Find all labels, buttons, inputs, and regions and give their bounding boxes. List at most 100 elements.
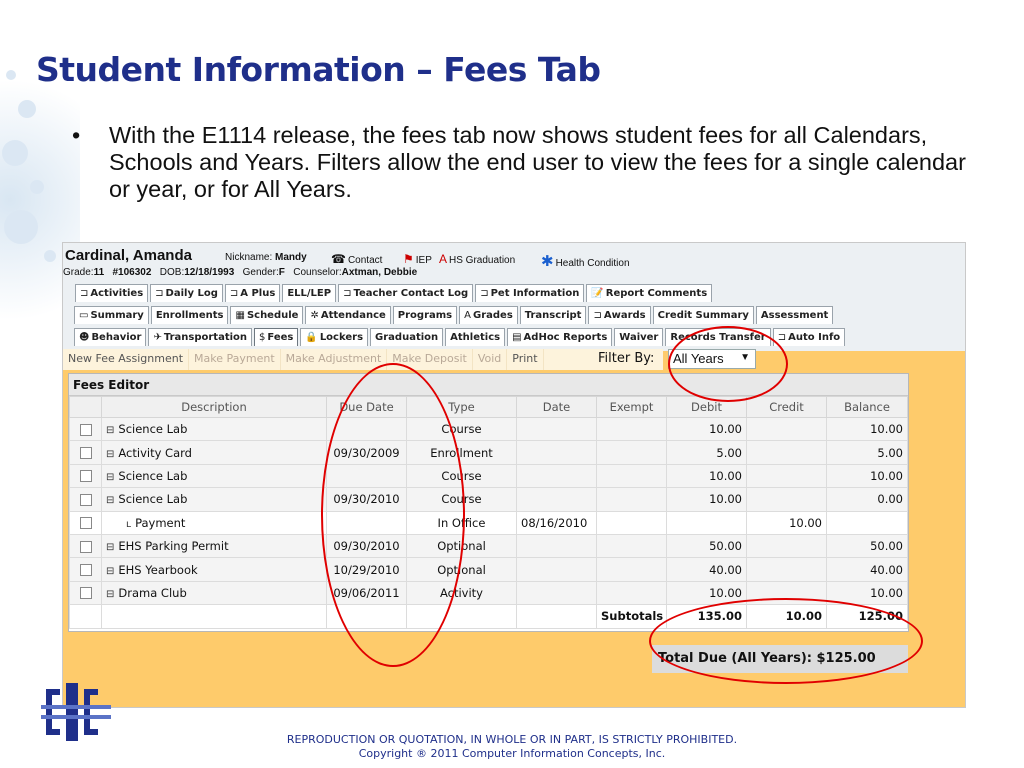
- select-cell: [69, 557, 102, 582]
- tab-transportation[interactable]: ✈ Transportation: [148, 328, 253, 346]
- filter-year-select[interactable]: All Years ▼: [668, 349, 756, 369]
- tab-label: Credit Summary: [657, 310, 749, 321]
- column-header[interactable]: Due Date: [326, 396, 407, 418]
- row-checkbox[interactable]: [79, 540, 92, 553]
- tab-waiver[interactable]: Waiver: [614, 328, 664, 346]
- table-row[interactable]: ⊟ Science Lab Course 10.00 10.00: [69, 416, 908, 442]
- empty-cell: [406, 604, 517, 629]
- column-header[interactable]: [69, 396, 102, 418]
- tab-teacher-contact-log[interactable]: ⊐ Teacher Contact Log: [338, 284, 474, 302]
- tab-label: ELL/LEP: [287, 288, 332, 299]
- tab-row-1: ⊐ Activities ⊐ Daily Log ⊐ A Plus ELL/LEP ⊐ Teac…: [75, 284, 714, 304]
- table-row[interactable]: ⊟ Activity Card 09/30/2009 Enrollment 5.00 5.…: [69, 440, 908, 465]
- fees-editor: Fees Editor Description Due Date Type Date E…: [68, 373, 909, 632]
- tab-label: Auto Info: [788, 332, 841, 343]
- decorative-dots: [0, 60, 70, 300]
- tab-adhoc-reports[interactable]: ▤ AdHoc Reports: [507, 328, 613, 346]
- table-row[interactable]: ⊟ EHS Yearbook 10/29/2010 Optional 40.00 40.0…: [69, 557, 908, 582]
- health-condition-link[interactable]: ✱ Health Condition: [541, 252, 630, 270]
- column-header[interactable]: Type: [406, 396, 517, 418]
- column-header[interactable]: Exempt: [596, 396, 667, 418]
- subtotal-credit: 10.00: [746, 604, 827, 629]
- credit-cell: [746, 463, 827, 489]
- balance-cell: [826, 510, 908, 535]
- void-button[interactable]: Void: [473, 349, 508, 370]
- table-row[interactable]: ⊟ Science Lab Course 10.00 10.00: [69, 463, 908, 489]
- table-row[interactable]: ⊟ EHS Parking Permit 09/30/2010 Optional 50.…: [69, 533, 908, 559]
- tab-awards[interactable]: ⊐ Awards: [588, 306, 651, 324]
- tab-summary[interactable]: ▭ Summary: [74, 306, 149, 324]
- fee-action-bar: New Fee Assignment Make Payment Make Adjus…: [63, 349, 663, 370]
- tab-label: Behavior: [91, 332, 142, 343]
- row-checkbox[interactable]: [79, 493, 92, 506]
- due-date-cell: 10/29/2010: [326, 557, 407, 582]
- make-deposit-button[interactable]: Make Deposit: [387, 349, 473, 370]
- date-cell: [516, 533, 597, 559]
- exempt-cell: [596, 580, 667, 606]
- medical-star-icon: ✱: [541, 253, 554, 270]
- collapse-icon[interactable]: ⊟: [106, 566, 114, 577]
- tab-fees[interactable]: $ Fees: [254, 328, 299, 346]
- contact-link[interactable]: ☎ Contact: [331, 252, 382, 266]
- collapse-icon[interactable]: ⊟: [106, 425, 114, 436]
- hs-graduation-link[interactable]: A HS Graduation: [439, 252, 515, 266]
- type-cell: Optional: [406, 557, 517, 582]
- column-header[interactable]: Credit: [746, 396, 827, 418]
- row-checkbox[interactable]: [79, 564, 92, 577]
- column-header[interactable]: Date: [516, 396, 597, 418]
- table-row[interactable]: ⊟ Science Lab 09/30/2010 Course 10.00 0.00: [69, 487, 908, 512]
- empty-cell: [69, 604, 102, 629]
- tab-records-transfer[interactable]: Records Transfer: [665, 328, 771, 346]
- row-checkbox[interactable]: [79, 470, 92, 483]
- tab-athletics[interactable]: Athletics: [445, 328, 506, 346]
- empty-cell: [101, 604, 327, 629]
- row-checkbox[interactable]: [79, 423, 92, 436]
- tab-report-comments[interactable]: 📝 Report Comments: [586, 284, 713, 302]
- due-date-cell: [326, 463, 407, 489]
- slide-title: Student Information – Fees Tab: [36, 50, 601, 89]
- tab-auto-info[interactable]: ⊐ Auto Info: [772, 328, 846, 346]
- tab-label: Records Transfer: [670, 332, 766, 343]
- table-row[interactable]: ⊟ Drama Club 09/06/2011 Activity 10.00 10.00: [69, 580, 908, 606]
- column-header[interactable]: Description: [101, 396, 327, 418]
- tab-behavior[interactable]: ☻ Behavior: [74, 328, 147, 346]
- print-button[interactable]: Print: [507, 349, 544, 370]
- table-row[interactable]: ʟ Payment In Office 08/16/2010 10.00: [69, 510, 908, 535]
- tab-graduation[interactable]: Graduation: [370, 328, 444, 346]
- tab-pet-information[interactable]: ⊐ Pet Information: [475, 284, 585, 302]
- collapse-icon[interactable]: ⊟: [106, 542, 114, 553]
- type-cell: Course: [406, 487, 517, 512]
- make-payment-button[interactable]: Make Payment: [189, 349, 281, 370]
- description-text: Science Lab: [118, 468, 188, 483]
- tab-activities[interactable]: ⊐ Activities: [75, 284, 149, 302]
- row-checkbox[interactable]: [79, 587, 92, 600]
- iep-link[interactable]: ⚑ IEP: [403, 252, 432, 266]
- make-adjustment-button[interactable]: Make Adjustment: [281, 349, 388, 370]
- tab-transcript[interactable]: Transcript: [519, 306, 587, 324]
- tab-assessment[interactable]: Assessment: [755, 306, 834, 324]
- new-fee-assignment-button[interactable]: New Fee Assignment: [63, 349, 190, 370]
- collapse-icon[interactable]: ⊟: [106, 449, 114, 460]
- tab-enrollments[interactable]: Enrollments: [150, 306, 229, 324]
- select-cell: [69, 487, 102, 512]
- tab-daily-log[interactable]: ⊐ Daily Log: [150, 284, 223, 302]
- collapse-icon[interactable]: ⊟: [106, 495, 114, 506]
- exempt-cell: [596, 533, 667, 559]
- tab-grades[interactable]: A Grades: [459, 306, 518, 324]
- row-checkbox[interactable]: [79, 447, 92, 460]
- tab-programs[interactable]: Programs: [392, 306, 458, 324]
- tab-schedule[interactable]: ▦ Schedule: [230, 306, 304, 324]
- tab-icon: A: [464, 310, 471, 321]
- tab-lockers[interactable]: 🔒 Lockers: [300, 328, 369, 346]
- collapse-icon[interactable]: ⊟: [106, 589, 114, 600]
- filter-label: Filter By:: [598, 351, 655, 366]
- tab-credit-summary[interactable]: Credit Summary: [652, 306, 754, 324]
- tab-a-plus[interactable]: ⊐ A Plus: [224, 284, 281, 302]
- tab-attendance[interactable]: ✲ Attendance: [305, 306, 391, 324]
- column-header[interactable]: Debit: [666, 396, 747, 418]
- tab-label: Fees: [267, 332, 294, 343]
- column-header[interactable]: Balance: [826, 396, 908, 418]
- row-checkbox[interactable]: [79, 517, 92, 530]
- tab-ell-lep[interactable]: ELL/LEP: [282, 284, 337, 302]
- collapse-icon[interactable]: ⊟: [106, 472, 114, 483]
